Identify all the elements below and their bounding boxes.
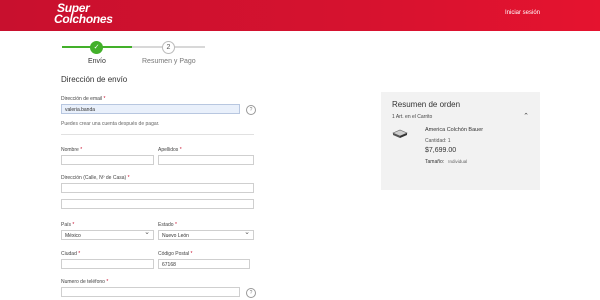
cart-item-count: 1 Art. en el Carrito: [392, 114, 433, 120]
email-label: Dirección de email *: [61, 96, 105, 102]
super-colchones-logo[interactable]: Super Colchones: [54, 2, 120, 27]
zip-label-text: Código Postal: [158, 251, 190, 257]
email-label-text: Dirección de email: [61, 96, 103, 102]
email-hint: Puedes crear una cuenta después de pagar…: [61, 121, 160, 127]
required-mark: *: [78, 251, 81, 257]
order-summary-panel: Resumen de orden 1 Art. en el Carrito ⌃ …: [381, 92, 540, 190]
phone-label-text: Numero de teléfono: [61, 279, 105, 285]
first-name-label: Nombre *: [61, 147, 82, 153]
address-label-text: Dirección (Calle, Nº de Casa): [61, 175, 127, 181]
last-name-field[interactable]: [158, 155, 254, 165]
product-price: $7,699.00: [425, 147, 457, 154]
first-name-field[interactable]: [61, 155, 154, 165]
required-mark: *: [80, 147, 83, 153]
country-label-text: País: [61, 222, 72, 228]
step-2-circle: 2: [162, 41, 175, 54]
country-label: País *: [61, 222, 74, 228]
address-label: Dirección (Calle, Nº de Casa) *: [61, 175, 130, 181]
product-quantity: Cantidad: 1: [425, 138, 451, 144]
required-mark: *: [127, 175, 130, 181]
last-name-label-text: Apellidos: [158, 147, 179, 153]
help-icon[interactable]: ?: [246, 288, 256, 298]
required-mark: *: [103, 96, 106, 102]
zip-field[interactable]: 67168: [158, 259, 250, 269]
logo-line-2: Colchones: [54, 12, 113, 26]
city-label-text: Ciudad: [61, 251, 77, 257]
address-line-1-field[interactable]: [61, 183, 254, 193]
zip-label: Código Postal *: [158, 251, 192, 257]
required-mark: *: [179, 147, 182, 153]
first-name-label-text: Nombre: [61, 147, 79, 153]
login-link[interactable]: Iniciar sesión: [505, 10, 540, 16]
address-line-2-field[interactable]: [61, 199, 254, 209]
city-label: Ciudad *: [61, 251, 80, 257]
mattress-icon: [392, 129, 408, 138]
form-divider: [61, 134, 254, 135]
help-icon[interactable]: ?: [246, 105, 256, 115]
phone-label: Numero de teléfono *: [61, 279, 108, 285]
size-label: Tamaño:: [425, 159, 445, 165]
required-mark: *: [72, 222, 75, 228]
state-label: Estado *: [158, 222, 177, 228]
required-mark: *: [106, 279, 109, 285]
step-1-label: Envío: [88, 58, 106, 65]
step-1-check-icon: ✓: [90, 41, 103, 54]
city-field[interactable]: [61, 259, 154, 269]
product-name: America Colchón Bauer: [425, 127, 484, 133]
phone-field[interactable]: [61, 287, 240, 297]
required-mark: *: [174, 222, 177, 228]
country-select[interactable]: México: [61, 228, 154, 240]
product-size: Tamaño: Individual: [425, 159, 467, 165]
step-2-label: Resumen y Pago: [142, 58, 196, 65]
last-name-label: Apellidos *: [158, 147, 182, 153]
required-mark: *: [190, 251, 193, 257]
top-header: Super Colchones Iniciar sesión: [0, 0, 600, 31]
page-title: Dirección de envío: [61, 75, 128, 84]
state-label-text: Estado: [158, 222, 174, 228]
size-value: Individual: [448, 159, 468, 164]
state-select[interactable]: Nuevo León: [158, 228, 254, 240]
email-field[interactable]: valeria.banda: [61, 104, 240, 114]
order-summary-title: Resumen de orden: [392, 100, 461, 109]
chevron-up-icon[interactable]: ⌃: [523, 112, 529, 120]
